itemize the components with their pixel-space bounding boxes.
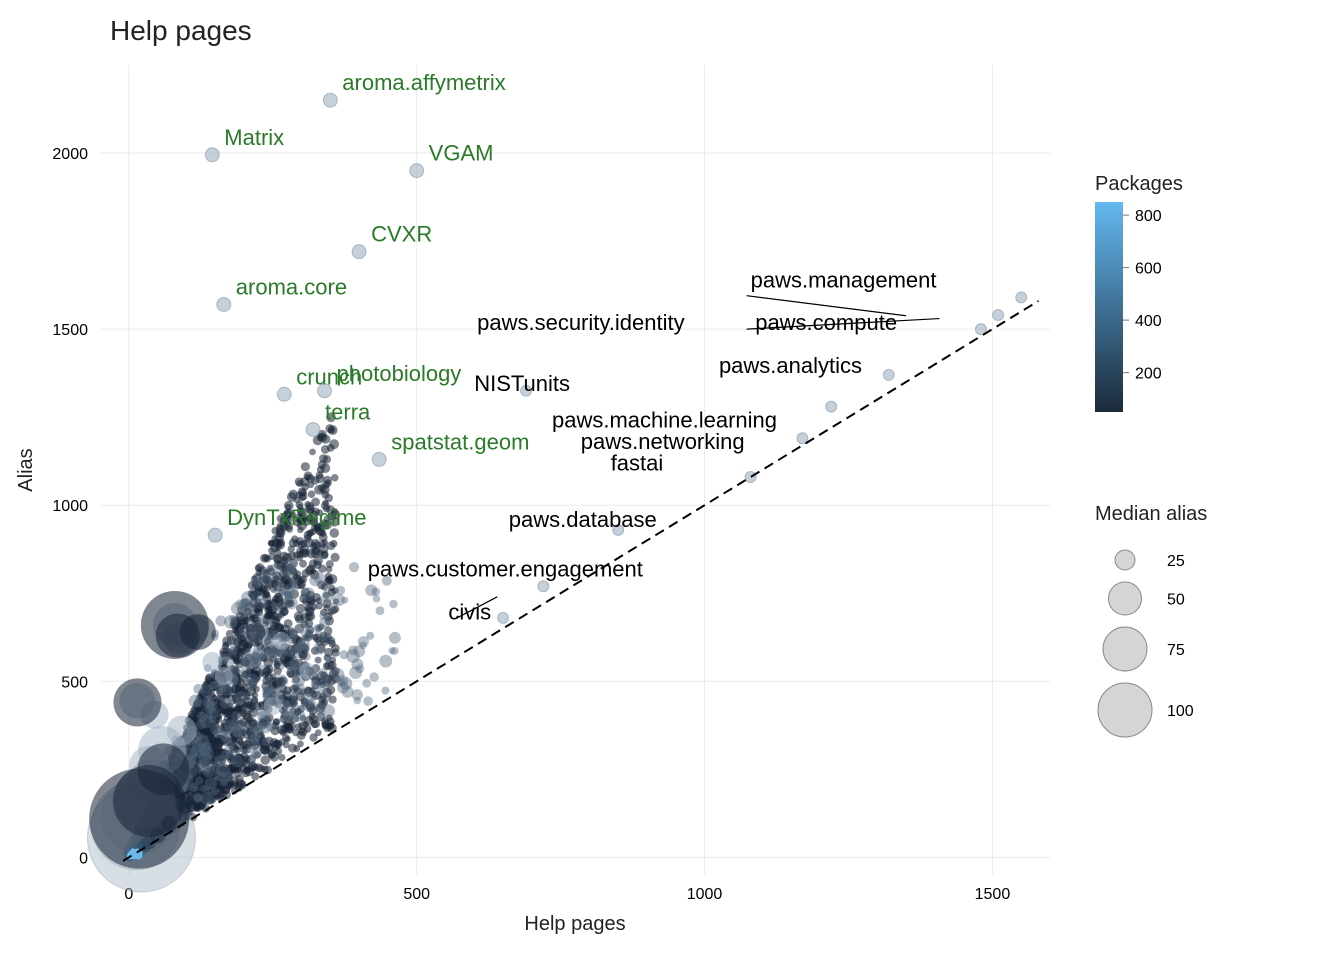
x-tick: 500 bbox=[403, 886, 430, 903]
y-tick: 2000 bbox=[52, 146, 88, 163]
annotation-label: VGAM bbox=[429, 141, 494, 166]
legend-color-tick: 200 bbox=[1135, 366, 1162, 383]
legend-color-tick: 600 bbox=[1135, 261, 1162, 278]
annotation-label: paws.analytics bbox=[719, 353, 862, 378]
legend-size-item: 100 bbox=[1167, 703, 1194, 720]
scatter-chart: 0500100015000500100015002000Help pagesAl… bbox=[0, 0, 1344, 960]
annotation-label: paws.security.identity bbox=[477, 310, 684, 335]
annotation-label: crunch bbox=[296, 364, 362, 389]
x-axis-label: Help pages bbox=[524, 913, 625, 935]
annotation-label: terra bbox=[325, 400, 371, 425]
y-axis-label: Alias bbox=[15, 448, 37, 491]
annotation-label: paws.compute bbox=[755, 310, 897, 335]
legend-size-item: 50 bbox=[1167, 592, 1185, 609]
annotation-label: civis bbox=[448, 600, 491, 625]
annotation-label: NISTunits bbox=[474, 371, 570, 396]
annotation-label: aroma.affymetrix bbox=[342, 70, 505, 95]
annotation-label: paws.management bbox=[751, 268, 937, 293]
annotation-label: DynTxRegime bbox=[227, 505, 366, 530]
svg-text:Median alias: Median alias bbox=[1095, 503, 1207, 525]
annotation-label: paws.database bbox=[509, 507, 657, 532]
annotation-label: paws.customer.engagement bbox=[368, 556, 643, 581]
chart-title: Help pages bbox=[110, 15, 252, 46]
y-tick: 1000 bbox=[52, 498, 88, 515]
legend-size-item: 75 bbox=[1167, 642, 1185, 659]
legend-size-item: 25 bbox=[1167, 553, 1185, 570]
annotation-label: fastai bbox=[611, 451, 664, 476]
annotation-label: CVXR bbox=[371, 222, 432, 247]
legend-color: Packages 200 400 600 800 bbox=[1095, 173, 1183, 412]
legend-size: Median alias 25 50 75 100 bbox=[1095, 503, 1207, 737]
y-tick: 500 bbox=[61, 674, 88, 691]
annotation-label: aroma.core bbox=[236, 274, 347, 299]
y-tick: 1500 bbox=[52, 322, 88, 339]
legend-color-tick: 800 bbox=[1135, 208, 1162, 225]
annotation-label: spatstat.geom bbox=[391, 429, 529, 454]
x-tick: 1500 bbox=[975, 886, 1011, 903]
svg-text:Packages: Packages bbox=[1095, 173, 1183, 195]
annotation-label: Matrix bbox=[224, 125, 284, 150]
x-tick: 1000 bbox=[687, 886, 723, 903]
legend-color-tick: 400 bbox=[1135, 313, 1162, 330]
y-tick: 0 bbox=[79, 850, 88, 867]
